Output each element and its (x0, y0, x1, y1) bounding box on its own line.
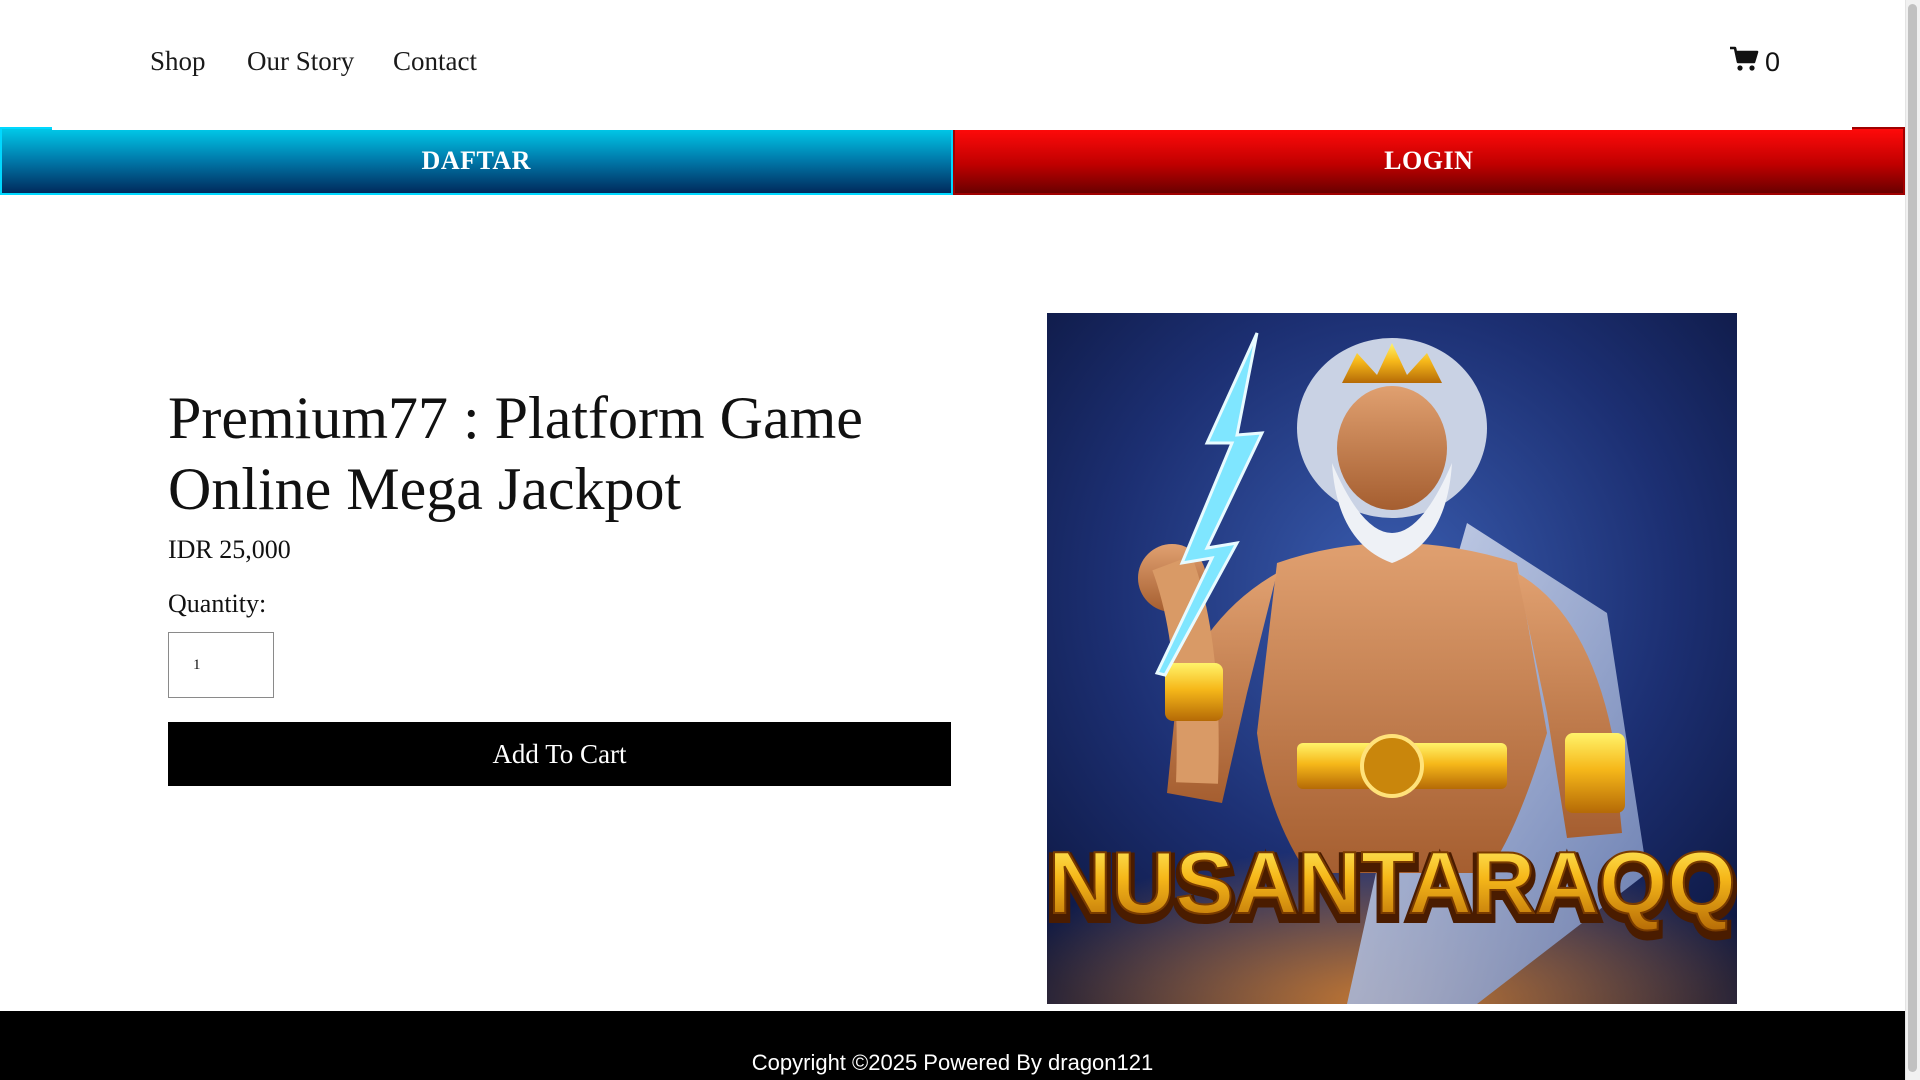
cart-count: 0 (1764, 47, 1780, 77)
product-title: Premium77 : Platform Game Online Mega Ja… (168, 385, 863, 522)
daftar-button[interactable]: DAFTAR (0, 127, 953, 195)
copyright-text: Copyright ©2025 Powered By dragon121 (751, 1049, 1154, 1075)
top-navigation: Shop Our Story Contact 0 (0, 0, 1905, 130)
quantity-label: Quantity: (168, 589, 267, 618)
nav-link-contact[interactable]: Contact (393, 46, 477, 77)
footer: Copyright ©2025 Powered By dragon121 (0, 1011, 1905, 1080)
cart-icon (1729, 46, 1759, 79)
quantity-input[interactable] (168, 632, 274, 698)
cart-button[interactable]: 0 (1729, 46, 1780, 79)
nav-link-shop[interactable]: Shop (150, 46, 206, 77)
nav-link-our-story[interactable]: Our Story (247, 46, 354, 77)
add-to-cart-button[interactable]: Add To Cart (168, 722, 951, 786)
svg-text:NUSANTARAQQ: NUSANTARAQQ (1048, 833, 1736, 932)
cta-divider (52, 127, 1852, 130)
login-button[interactable]: LOGIN (952, 127, 1905, 195)
product-image: NUSANTARAQQ NUSANTARAQQ (1047, 313, 1737, 1004)
scrollbar-thumb[interactable] (1908, 4, 1917, 1072)
product-price: IDR 25,000 (168, 535, 291, 564)
scrollbar[interactable] (1905, 0, 1920, 1080)
register-login-bar: DAFTAR LOGIN (0, 127, 1905, 195)
